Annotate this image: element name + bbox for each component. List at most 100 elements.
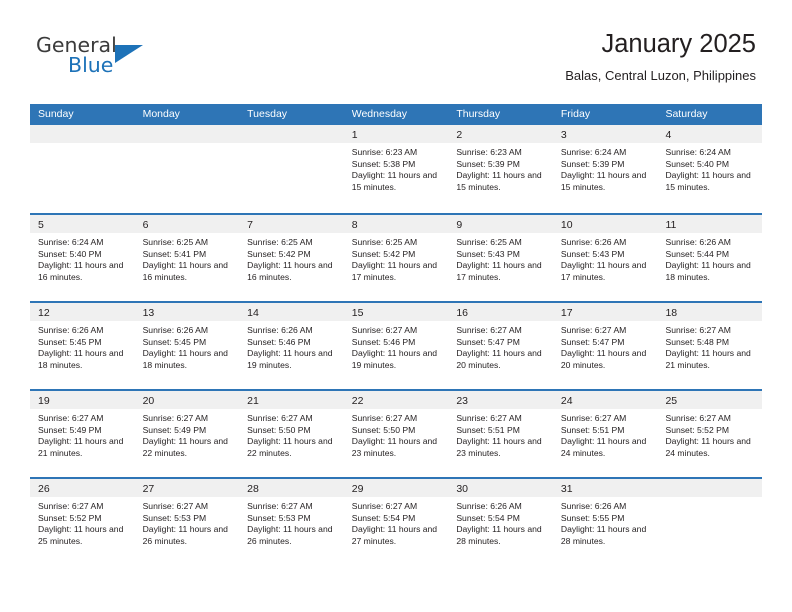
general-blue-logo[interactable]: General Blue [36,34,176,86]
weekday-sunday: Sunday [38,108,74,120]
calendar-day-cell[interactable]: 22 Sunrise: 6:27 AM Sunset: 5:50 PM Dayligh… [343,391,449,477]
day-details: Sunrise: 6:27 AM Sunset: 5:49 PM Daylight:… [135,409,240,459]
day-number: 9 [456,219,463,231]
daylight-text: Daylight: 11 hours and 28 minutes. [560,524,647,546]
calendar-day-cell[interactable]: 12 Sunrise: 6:26 AM Sunset: 5:45 PM Dayligh… [30,303,135,389]
calendar-day-cell[interactable]: 13 Sunrise: 6:26 AM Sunset: 5:45 PM Dayligh… [134,303,240,389]
day-number-band: 6 [134,215,240,233]
calendar-day-cell[interactable]: 2 Sunrise: 6:23 AM Sunset: 5:39 PM Daylight… [448,125,553,213]
calendar-day-cell[interactable]: 28 Sunrise: 6:27 AM Sunset: 5:53 PM Dayligh… [239,479,344,565]
weekday-monday: Monday [142,108,180,120]
calendar-day-cell[interactable]: 30 Sunrise: 6:26 AM Sunset: 5:54 PM Dayligh… [448,479,553,565]
calendar-day-cell[interactable]: 14 Sunrise: 6:26 AM Sunset: 5:46 PM Dayligh… [239,303,344,389]
day-details: Sunrise: 6:27 AM Sunset: 5:47 PM Daylight:… [448,321,553,371]
day-details: Sunrise: 6:27 AM Sunset: 5:46 PM Daylight:… [344,321,449,371]
page-subtitle: Balas, Central Luzon, Philippines [565,68,756,83]
calendar-day-cell[interactable]: 11 Sunrise: 6:26 AM Sunset: 5:44 PM Dayligh… [657,215,763,301]
calendar-day-cell[interactable]: 15 Sunrise: 6:27 AM Sunset: 5:46 PM Dayligh… [343,303,449,389]
calendar-day-cell[interactable]: 27 Sunrise: 6:27 AM Sunset: 5:53 PM Dayligh… [134,479,240,565]
calendar-day-cell[interactable]: 10 Sunrise: 6:26 AM Sunset: 5:43 PM Dayligh… [552,215,658,301]
sunset-text: Sunset: 5:45 PM [38,336,102,347]
calendar-day-cell[interactable]: 8 Sunrise: 6:25 AM Sunset: 5:42 PM Daylight… [343,215,449,301]
daylight-text: Daylight: 11 hours and 23 minutes. [456,436,542,458]
day-number-band: 2 [448,125,553,143]
sunrise-text: Sunrise: 6:25 AM [247,237,313,247]
sunrise-text: Sunrise: 6:26 AM [560,237,627,247]
day-number: 8 [351,219,358,231]
daylight-text: Daylight: 11 hours and 17 minutes. [456,260,542,282]
daylight-text: Daylight: 11 hours and 16 minutes. [142,260,228,282]
sunrise-text: Sunrise: 6:27 AM [560,325,627,335]
sunrise-text: Sunrise: 6:24 AM [560,147,627,157]
day-number-band [657,479,763,497]
daylight-text: Daylight: 11 hours and 18 minutes. [38,348,124,370]
daylight-text: Daylight: 11 hours and 21 minutes. [38,436,124,458]
sunrise-text: Sunrise: 6:25 AM [456,237,522,247]
sunrise-text: Sunrise: 6:27 AM [351,501,418,511]
calendar-day-cell[interactable]: 4 Sunrise: 6:24 AM Sunset: 5:40 PM Daylight… [657,125,763,213]
day-number: 26 [38,483,50,495]
sunset-text: Sunset: 5:53 PM [142,512,207,523]
daylight-text: Daylight: 11 hours and 28 minutes. [456,524,542,546]
day-details: Sunrise: 6:27 AM Sunset: 5:47 PM Daylight:… [553,321,658,371]
day-number: 29 [351,483,364,495]
calendar-week-row: 19 Sunrise: 6:27 AM Sunset: 5:49 PM Dayligh… [30,389,763,477]
day-number-band: 5 [30,215,135,233]
calendar-day-cell[interactable]: 9 Sunrise: 6:25 AM Sunset: 5:43 PM Daylight… [448,215,553,301]
calendar-day-cell[interactable]: 16 Sunrise: 6:27 AM Sunset: 5:47 PM Dayligh… [448,303,553,389]
calendar-day-cell[interactable]: 7 Sunrise: 6:25 AM Sunset: 5:42 PM Daylight… [239,215,344,301]
day-number-band: 30 [448,479,553,497]
calendar-day-cell[interactable]: 1 Sunrise: 6:23 AM Sunset: 5:38 PM Daylight… [343,125,449,213]
sunset-text: Sunset: 5:43 PM [560,248,625,259]
day-details: Sunrise: 6:26 AM Sunset: 5:55 PM Daylight:… [553,497,658,547]
calendar-day-cell[interactable]: 17 Sunrise: 6:27 AM Sunset: 5:47 PM Dayligh… [552,303,658,389]
calendar-day-cell[interactable]: 6 Sunrise: 6:25 AM Sunset: 5:41 PM Daylight… [134,215,240,301]
calendar-day-cell[interactable]: 31 Sunrise: 6:26 AM Sunset: 5:55 PM Dayligh… [552,479,658,565]
title-block: January 2025 Balas, Central Luzon, Phili… [565,28,756,86]
day-number-band: 20 [134,391,240,409]
calendar-day-cell[interactable]: 25 Sunrise: 6:27 AM Sunset: 5:52 PM Dayligh… [657,391,763,477]
page-title: January 2025 [601,30,756,58]
day-number: 16 [456,307,468,319]
calendar-day-cell[interactable]: 23 Sunrise: 6:27 AM Sunset: 5:51 PM Dayligh… [448,391,553,477]
sunrise-text: Sunrise: 6:27 AM [38,501,104,511]
sunrise-text: Sunrise: 6:26 AM [560,501,627,511]
sunrise-text: Sunrise: 6:27 AM [38,413,104,423]
sunset-text: Sunset: 5:52 PM [665,424,730,435]
day-number-band: 29 [343,479,449,497]
calendar-day-cell[interactable]: 19 Sunrise: 6:27 AM Sunset: 5:49 PM Dayligh… [30,391,135,477]
sunset-text: Sunset: 5:40 PM [38,248,102,259]
day-number-band: 12 [30,303,135,321]
day-number: 20 [142,395,155,407]
day-number: 27 [142,483,155,495]
day-number: 18 [665,307,678,319]
calendar-day-cell[interactable]: 5 Sunrise: 6:24 AM Sunset: 5:40 PM Daylight… [30,215,135,301]
day-details: Sunrise: 6:27 AM Sunset: 5:48 PM Daylight:… [657,321,762,371]
day-number: 15 [351,307,364,319]
calendar-day-cell[interactable]: 26 Sunrise: 6:27 AM Sunset: 5:52 PM Dayligh… [30,479,135,565]
calendar-day-cell[interactable]: 21 Sunrise: 6:27 AM Sunset: 5:50 PM Dayligh… [239,391,344,477]
day-details: Sunrise: 6:26 AM Sunset: 5:54 PM Daylight:… [448,497,553,547]
calendar-day-cell[interactable]: 18 Sunrise: 6:27 AM Sunset: 5:48 PM Dayligh… [657,303,763,389]
day-number: 31 [560,483,573,495]
sunset-text: Sunset: 5:42 PM [247,248,311,259]
day-number-band: 31 [552,479,658,497]
day-details: Sunrise: 6:27 AM Sunset: 5:51 PM Daylight:… [448,409,553,459]
day-number: 11 [665,219,677,231]
calendar-day-cell[interactable]: 20 Sunrise: 6:27 AM Sunset: 5:49 PM Dayligh… [134,391,240,477]
calendar-day-cell[interactable]: 3 Sunrise: 6:24 AM Sunset: 5:39 PM Daylight… [552,125,658,213]
calendar-day-cell[interactable]: 29 Sunrise: 6:27 AM Sunset: 5:54 PM Dayligh… [343,479,449,565]
sunrise-text: Sunrise: 6:26 AM [456,501,522,511]
sunset-text: Sunset: 5:51 PM [560,424,625,435]
day-number: 1 [351,129,358,141]
logo-triangle-icon [115,45,143,63]
day-number-band: 11 [657,215,763,233]
calendar-week-row: 26 Sunrise: 6:27 AM Sunset: 5:52 PM Dayligh… [30,477,763,565]
daylight-text: Daylight: 11 hours and 25 minutes. [38,524,124,546]
sunset-text: Sunset: 5:44 PM [665,248,730,259]
sunset-text: Sunset: 5:45 PM [142,336,207,347]
day-number: 22 [351,395,364,407]
calendar-day-cell[interactable]: 24 Sunrise: 6:27 AM Sunset: 5:51 PM Dayligh… [552,391,658,477]
sunset-text: Sunset: 5:50 PM [247,424,311,435]
day-number-band: 14 [239,303,344,321]
